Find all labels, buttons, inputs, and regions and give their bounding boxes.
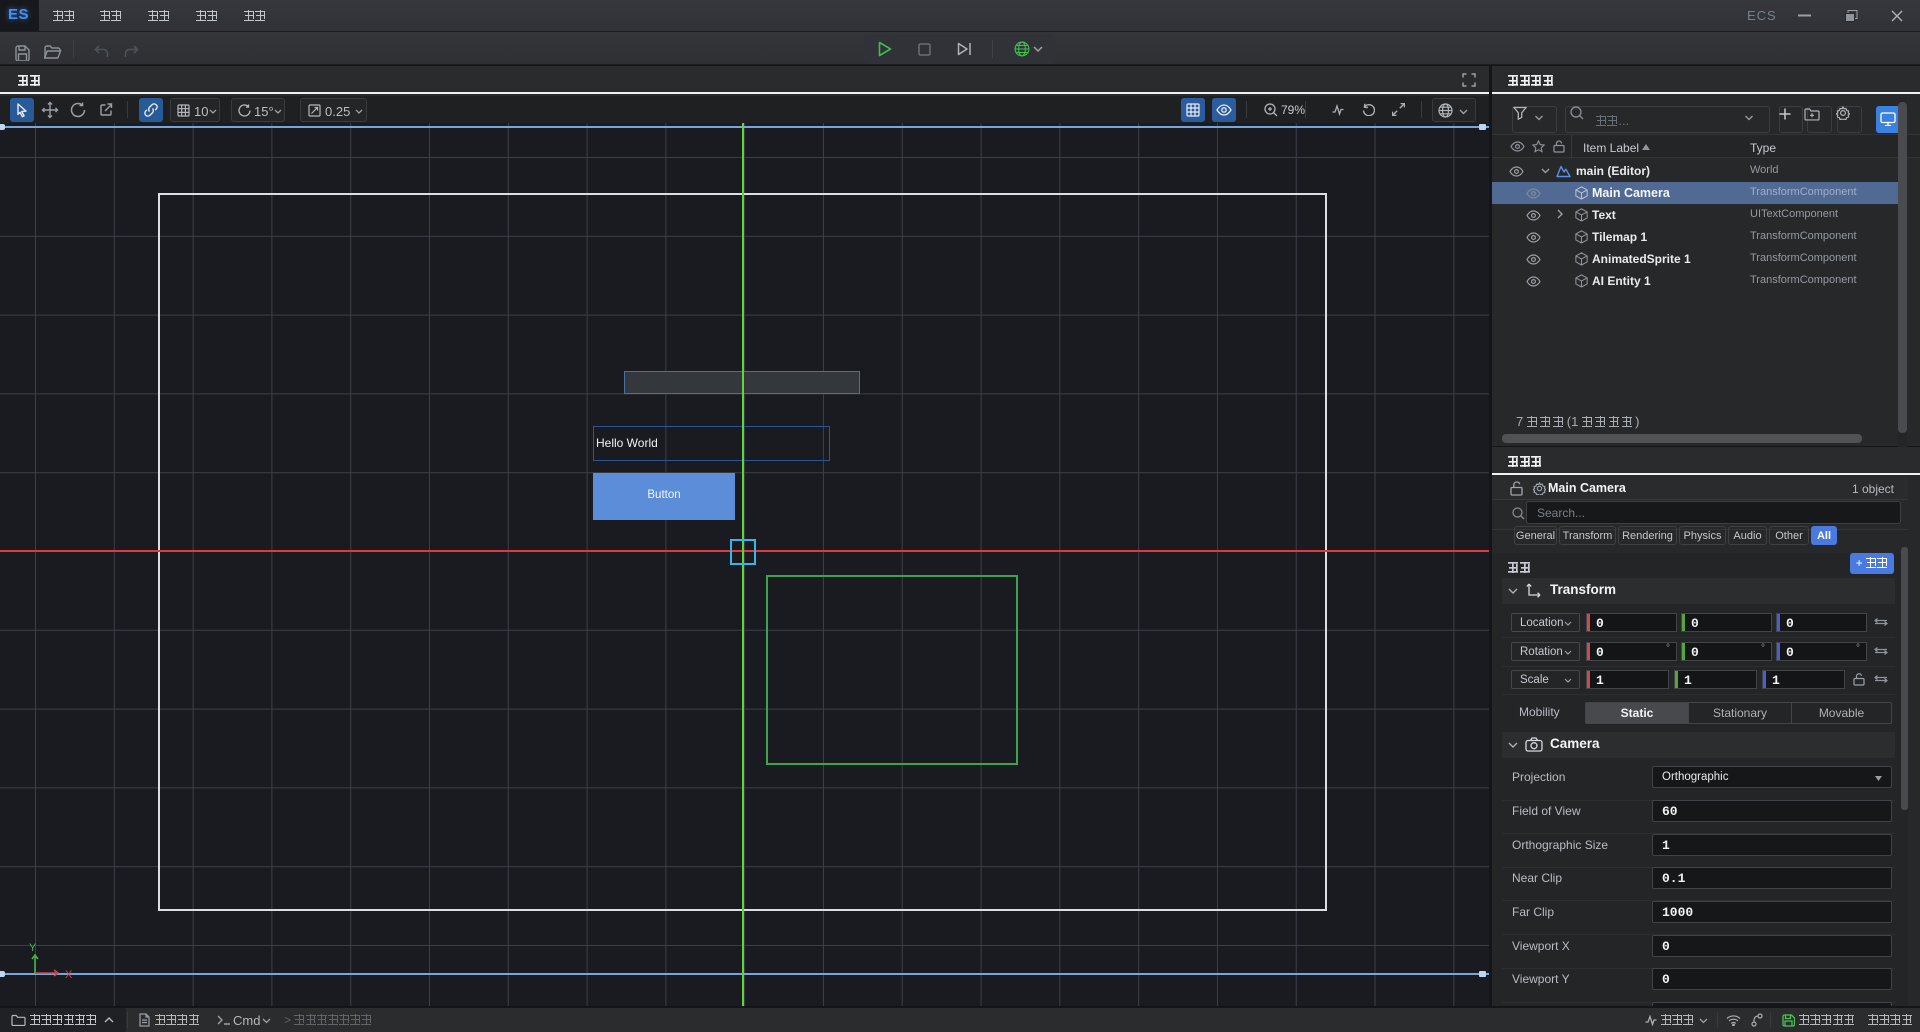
svg-text:X: X bbox=[65, 969, 73, 981]
svg-text:Y: Y bbox=[29, 942, 37, 954]
